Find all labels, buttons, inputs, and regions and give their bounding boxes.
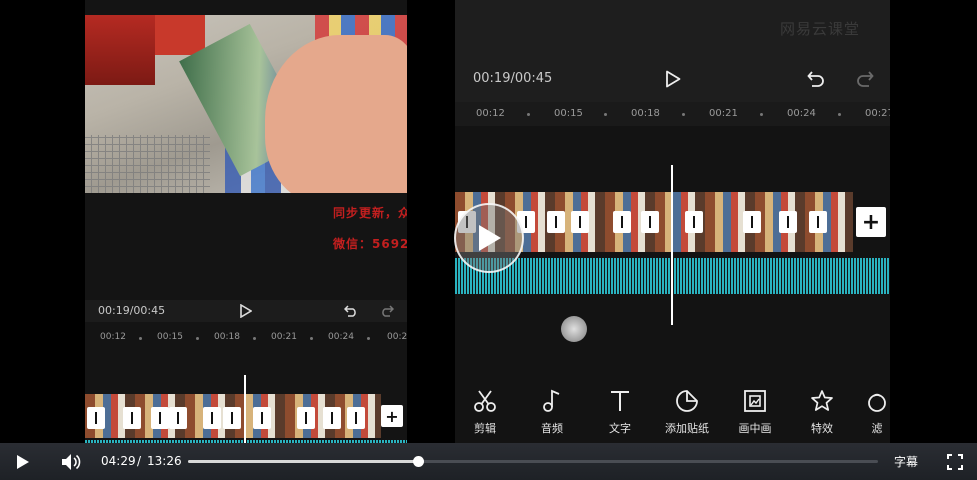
filter-icon — [868, 393, 886, 412]
total-time: 13:26 — [147, 454, 182, 468]
tool-picture-in-picture[interactable]: 画中画 — [723, 388, 787, 436]
clip-transition-marker[interactable] — [779, 211, 797, 233]
ruler-label: 00:15 — [157, 332, 183, 342]
time-separator: / — [137, 454, 142, 468]
left-redo-icon[interactable] — [379, 303, 395, 319]
tool-label: 剪辑 — [474, 422, 496, 435]
clip-transition-marker[interactable] — [151, 407, 169, 429]
volume-icon — [62, 454, 81, 470]
tool-effects[interactable]: 特效 — [790, 388, 854, 436]
clip-transition-marker[interactable] — [571, 211, 589, 233]
tool-edit[interactable]: 剪辑 — [455, 388, 517, 436]
right-add-clip-button[interactable]: + — [856, 207, 886, 237]
clip-transition-marker[interactable] — [223, 407, 241, 429]
clip-transition-marker[interactable] — [169, 407, 187, 429]
clip-transition-marker[interactable] — [347, 407, 365, 429]
left-time-ruler: 00:12 00:15 00:18 00:21 00:24 00:27 — [85, 332, 407, 348]
play-icon — [479, 225, 501, 251]
brand-watermark: 网易云课堂 — [780, 20, 861, 38]
clip-transition-marker[interactable] — [809, 211, 827, 233]
player-control-bar: 04:29 / 13:26 字幕 — [0, 443, 977, 480]
progress-knob[interactable] — [413, 456, 425, 467]
left-play-icon[interactable] — [238, 303, 254, 319]
ruler-label: 00:15 — [554, 108, 583, 119]
clip-transition-marker[interactable] — [547, 211, 565, 233]
tool-label: 添加贴纸 — [665, 422, 709, 435]
tool-label: 画中画 — [738, 422, 772, 435]
clip-transition-marker[interactable] — [743, 211, 761, 233]
overlay-text-line: 微信：569250313 — [333, 237, 407, 251]
play-icon — [17, 455, 29, 469]
fullscreen-button[interactable] — [946, 453, 964, 471]
ruler-label: 00:21 — [271, 332, 297, 342]
text-icon — [611, 391, 629, 411]
picture-in-picture-icon — [744, 390, 766, 412]
clip-transition-marker[interactable] — [87, 407, 105, 429]
right-playback-controls: 00:19/00:45 — [455, 58, 890, 102]
ruler-label: 00:12 — [476, 108, 505, 119]
ruler-label: 00:21 — [709, 108, 738, 119]
clip-transition-marker[interactable] — [323, 407, 341, 429]
ruler-label: 00:27 — [865, 108, 890, 119]
ruler-label: 00:24 — [328, 332, 354, 342]
right-timecode: 00:19/00:45 — [473, 71, 553, 86]
play-button[interactable] — [14, 453, 32, 471]
left-undo-icon[interactable] — [343, 303, 359, 319]
clip-transition-marker[interactable] — [613, 211, 631, 233]
clip-transition-marker[interactable] — [641, 211, 659, 233]
right-playhead[interactable] — [671, 165, 673, 325]
clip-transition-marker[interactable] — [253, 407, 271, 429]
sticker-icon — [676, 390, 698, 412]
progress-fill — [188, 460, 419, 463]
subtitle-button[interactable]: 字幕 — [894, 453, 918, 470]
tool-sticker[interactable]: 添加贴纸 — [655, 388, 719, 436]
left-video-track[interactable] — [85, 394, 381, 438]
tool-label: 音频 — [541, 422, 563, 435]
left-video-preview — [85, 15, 407, 193]
ruler-label: 00:18 — [214, 332, 240, 342]
ruler-label: 00:27 — [387, 332, 407, 342]
clip-transition-marker[interactable] — [123, 407, 141, 429]
effects-star-icon — [811, 390, 833, 411]
progress-bar[interactable] — [188, 456, 878, 467]
tool-text[interactable]: 文字 — [588, 388, 652, 436]
left-playhead[interactable] — [244, 375, 246, 444]
tool-filter[interactable]: 滤 — [857, 388, 890, 436]
ruler-label: 00:24 — [787, 108, 816, 119]
ruler-label: 00:12 — [100, 332, 126, 342]
clip-transition-marker[interactable] — [297, 407, 315, 429]
left-playback-controls: 00:19/00:45 — [85, 300, 407, 322]
volume-button[interactable] — [60, 452, 82, 472]
tool-audio[interactable]: 音频 — [520, 388, 584, 436]
left-phone-screen: 同步更新，众筹影课 微信：569250313 00:19/00:45 00:12… — [85, 0, 407, 444]
scissors-icon — [474, 390, 496, 412]
left-timecode: 00:19/00:45 — [98, 304, 166, 317]
right-undo-icon[interactable] — [805, 68, 827, 90]
overlay-text-line: 同步更新，众筹影课 — [333, 206, 407, 220]
music-note-icon — [543, 389, 560, 412]
ruler-label: 00:18 — [631, 108, 660, 119]
left-add-clip-button[interactable]: + — [381, 405, 403, 427]
tool-label: 滤 — [871, 422, 883, 435]
tool-label: 文字 — [609, 422, 631, 435]
right-time-ruler: 00:12 00:15 00:18 00:21 00:24 00:27 — [455, 108, 890, 124]
clip-transition-marker[interactable] — [685, 211, 703, 233]
fullscreen-icon — [947, 454, 963, 470]
video-player[interactable]: 同步更新，众筹影课 微信：569250313 00:19/00:45 00:12… — [0, 0, 977, 480]
right-redo-icon[interactable] — [854, 68, 876, 90]
big-play-button[interactable] — [454, 203, 524, 273]
touch-indicator — [561, 316, 587, 342]
clip-transition-marker[interactable] — [203, 407, 221, 429]
current-time: 04:29 — [101, 454, 136, 468]
tool-label: 特效 — [811, 422, 833, 435]
right-play-icon[interactable] — [662, 68, 684, 90]
